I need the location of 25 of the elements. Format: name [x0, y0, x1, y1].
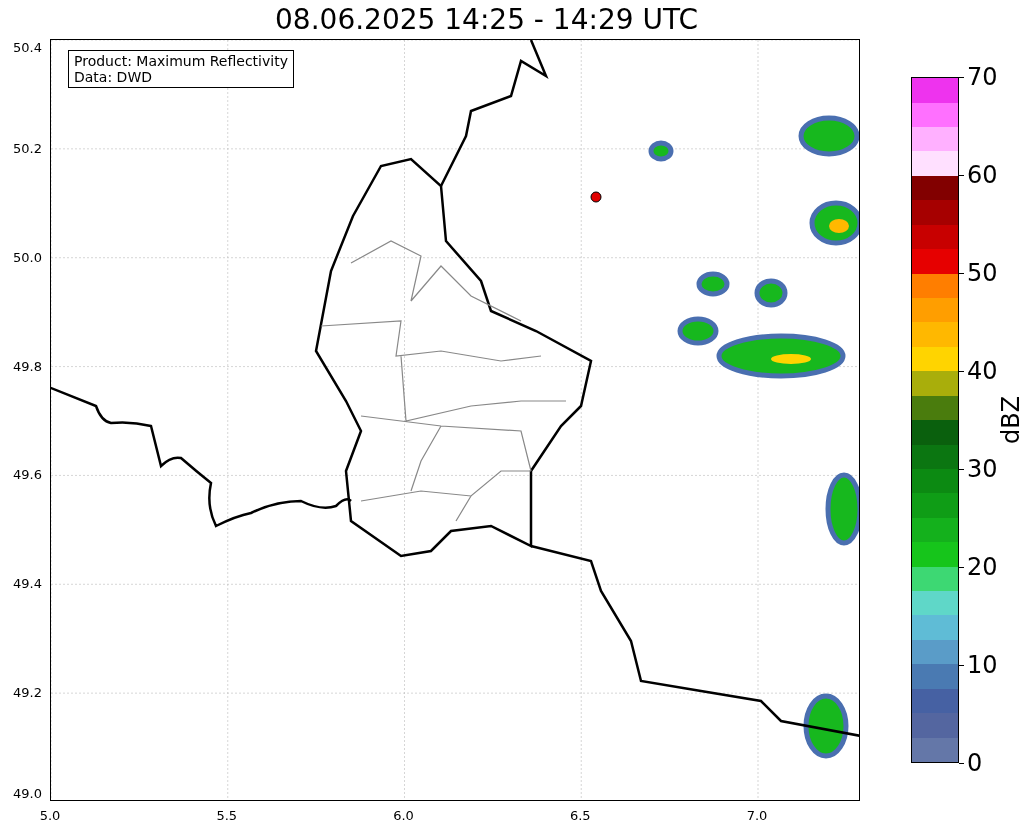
colorbar-tick-label: 20	[967, 553, 998, 581]
x-tick-label: 5.0	[39, 808, 61, 823]
x-tick-label: 6.5	[569, 808, 591, 823]
colorbar-tick-label: 50	[967, 259, 998, 287]
x-tick-label: 7.0	[746, 808, 768, 823]
colorbar-tick-label: 60	[967, 161, 998, 189]
y-tick-label: 49.8	[13, 358, 42, 374]
y-tick-label: 49.0	[13, 785, 42, 801]
y-tick-label: 50.4	[13, 39, 42, 55]
colorbar-unit-label: dBZ	[997, 395, 1023, 445]
x-tick-label: 6.0	[393, 808, 414, 823]
y-tick-label: 50.0	[13, 249, 42, 265]
x-tick-label: 5.5	[216, 808, 238, 823]
colorbar-tick-label: 10	[967, 651, 998, 679]
colorbar-tick-label: 0	[967, 749, 983, 777]
y-tick-label: 49.4	[13, 575, 42, 591]
y-tick-label: 49.6	[13, 466, 42, 482]
colorbar-tick-label: 70	[967, 63, 998, 91]
legend-text: Product: Maximum Reflectivity	[74, 53, 288, 69]
y-tick-label: 50.2	[13, 140, 42, 156]
colorbar-tick-label: 40	[967, 357, 998, 385]
legend-text: Data: DWD	[74, 69, 153, 85]
chart-title: 08.06.2025 14:25 - 14:29 UTC	[275, 3, 698, 36]
colorbar-tick-label: 30	[967, 455, 998, 483]
y-tick-label: 49.2	[13, 684, 42, 700]
